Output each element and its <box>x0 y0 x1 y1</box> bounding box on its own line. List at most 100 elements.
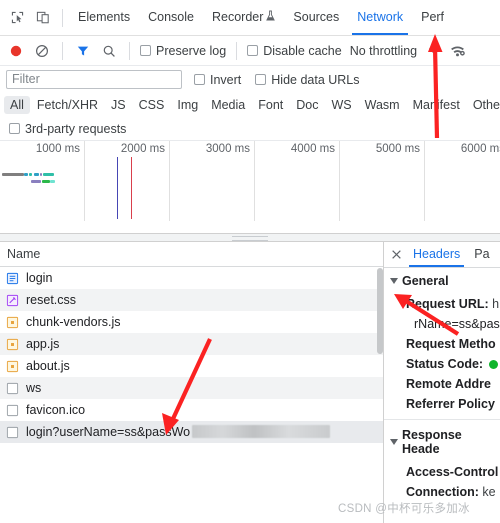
disable-cache-checkbox[interactable]: Disable cache <box>245 44 344 58</box>
preserve-log-label: Preserve log <box>156 43 227 58</box>
tab-elements-label: Elements <box>78 10 131 24</box>
network-lower-pane: Name login reset.css chunk-vendors.js app.j… <box>0 242 500 523</box>
tab-sources[interactable]: Sources <box>284 0 348 35</box>
details-tab-headers[interactable]: Headers <box>409 242 465 267</box>
general-remote-address: Remote Addre <box>384 374 500 394</box>
controls-divider-3 <box>236 41 238 60</box>
hide-data-urls-box[interactable] <box>255 74 267 85</box>
filter-input[interactable]: Filter <box>6 70 182 89</box>
request-name: about.js <box>26 359 70 373</box>
third-party-checkbox[interactable]: 3rd-party requests <box>7 122 128 136</box>
section-general[interactable]: General <box>384 268 500 294</box>
chevron-down-icon[interactable] <box>390 278 398 284</box>
type-filter-wasm[interactable]: Wasm <box>359 96 406 114</box>
overview-bar <box>43 173 54 176</box>
third-party-box[interactable] <box>9 123 20 134</box>
type-filter-ws[interactable]: WS <box>325 96 357 114</box>
table-row[interactable]: chunk-vendors.js <box>0 311 383 333</box>
type-filter-other[interactable]: Other <box>467 96 500 114</box>
filter-toolbar: Filter Invert Hide data URLs <box>0 66 500 93</box>
response-header-connection-value: ke <box>482 485 496 499</box>
chevron-down-icon[interactable] <box>390 439 398 445</box>
throttling-select[interactable]: No throttling <box>350 44 417 58</box>
watermark: CSDN @中杯可乐多加冰 <box>338 503 470 515</box>
chevron-down-icon[interactable] <box>429 48 438 53</box>
tab-recorder[interactable]: Recorder <box>203 0 284 35</box>
network-overview-timeline[interactable]: 1000 ms 2000 ms 3000 ms 4000 ms 5000 ms … <box>0 141 500 234</box>
request-list-scrollbar[interactable] <box>377 268 383 523</box>
overview-bar <box>24 173 28 176</box>
request-details-pane: Headers Pa General Request URL: h rName=… <box>384 242 500 523</box>
preserve-log-checkbox[interactable]: Preserve log <box>138 44 228 58</box>
response-header-connection: Connection: ke <box>384 482 500 502</box>
hide-data-urls-label: Hide data URLs <box>271 72 360 87</box>
generic-icon <box>6 382 19 395</box>
disable-cache-box[interactable] <box>247 45 259 56</box>
type-filter-js[interactable]: JS <box>105 96 132 114</box>
type-filter-manifest[interactable]: Manifest <box>407 96 466 114</box>
request-name: login <box>26 271 53 285</box>
tab-elements[interactable]: Elements <box>69 0 139 35</box>
type-filter-css[interactable]: CSS <box>133 96 171 114</box>
record-stop-icon[interactable] <box>4 39 28 63</box>
table-row[interactable]: ws <box>0 377 383 399</box>
table-row[interactable]: favicon.ico <box>0 399 383 421</box>
invert-checkbox[interactable]: Invert <box>192 73 243 87</box>
details-tab-payload[interactable]: Pa <box>470 242 493 267</box>
table-row[interactable]: reset.css <box>0 289 383 311</box>
table-row[interactable]: login <box>0 267 383 289</box>
tab-sources-label: Sources <box>293 10 340 24</box>
script-icon <box>6 360 19 373</box>
type-filter-img[interactable]: Img <box>171 96 204 114</box>
tab-performance[interactable]: Perf <box>412 0 453 35</box>
column-header-name[interactable]: Name <box>7 247 40 261</box>
type-filter-media[interactable]: Media <box>205 96 251 114</box>
tab-recorder-label: Recorder <box>211 10 264 24</box>
hide-data-urls-checkbox[interactable]: Hide data URLs <box>253 73 361 87</box>
inspect-cursor-icon[interactable] <box>4 5 30 31</box>
network-controls-toolbar: Preserve log Disable cache No throttling <box>0 36 500 66</box>
overview-tick-5000: 5000 ms <box>340 141 425 221</box>
flask-icon <box>266 0 276 35</box>
type-filter-font[interactable]: Font <box>252 96 289 114</box>
table-row[interactable]: app.js <box>0 333 383 355</box>
preserve-log-box[interactable] <box>140 45 151 56</box>
tab-network[interactable]: Network <box>348 0 412 35</box>
table-row[interactable]: login?userName=ss&passWo <box>0 421 383 443</box>
pane-splitter[interactable] <box>0 234 500 242</box>
overview-bar <box>42 180 50 183</box>
devtools-network-panel: Elements Console Recorder Sources Networ… <box>0 0 500 523</box>
section-response-headers[interactable]: Response Heade <box>384 422 500 462</box>
tab-console[interactable]: Console <box>139 0 203 35</box>
devtools-main-tabbar: Elements Console Recorder Sources Networ… <box>0 0 500 36</box>
section-response-headers-label: Response Heade <box>402 428 462 456</box>
wifi-settings-icon[interactable] <box>445 39 469 63</box>
table-row[interactable]: about.js <box>0 355 383 377</box>
script-icon <box>6 316 19 329</box>
general-referrer-policy: Referrer Policy <box>384 394 500 414</box>
general-request-method: Request Metho <box>384 334 500 354</box>
type-filter-doc[interactable]: Doc <box>290 96 324 114</box>
general-request-url-value: h <box>492 297 500 311</box>
overview-bar <box>2 173 24 176</box>
invert-label: Invert <box>210 72 242 87</box>
overview-bar <box>50 180 55 183</box>
search-icon[interactable] <box>97 39 121 63</box>
details-divider <box>384 419 500 420</box>
invert-box[interactable] <box>194 74 205 85</box>
type-filter-all[interactable]: All <box>4 96 30 114</box>
close-icon[interactable] <box>389 248 403 262</box>
overview-bar <box>40 173 42 176</box>
type-filter-fetch-xhr[interactable]: Fetch/XHR <box>31 96 104 114</box>
response-header-access-control-key: Access-Control <box>406 465 499 479</box>
request-list-header: Name <box>0 242 383 267</box>
device-toolbar-icon[interactable] <box>30 5 56 31</box>
load-event-line <box>131 157 132 219</box>
details-tabbar: Headers Pa <box>384 242 500 268</box>
request-name: chunk-vendors.js <box>26 315 121 329</box>
clear-network-log-icon[interactable] <box>30 39 54 63</box>
request-name: reset.css <box>26 293 77 307</box>
filter-funnel-icon[interactable] <box>71 39 95 63</box>
toolbar-divider <box>62 8 63 27</box>
section-general-label: General <box>402 274 449 288</box>
